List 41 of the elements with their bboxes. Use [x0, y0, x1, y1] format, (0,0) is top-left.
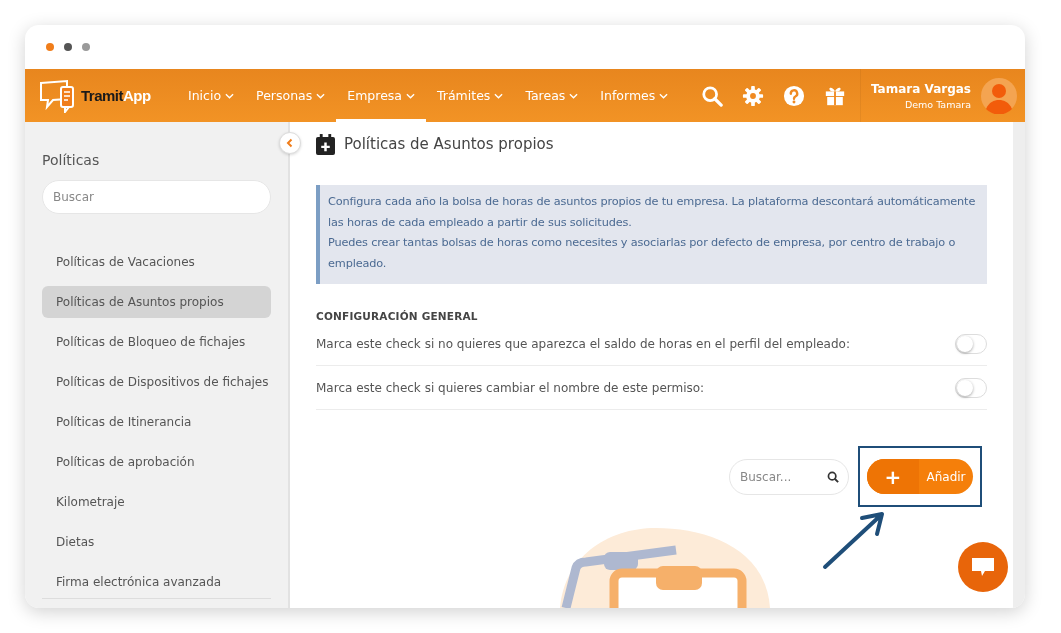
chevron-down-icon [569, 92, 579, 99]
info-text: Puedes crear tantas bolsas de horas como necesites y asociarlas por defecto de empresa, por centro de trabajo o empleado. [328, 235, 957, 272]
sidebar-item[interactable]: Políticas de Vacaciones [42, 246, 271, 278]
chevron-down-icon [316, 92, 326, 99]
user-name: Tamara Vargas [871, 81, 971, 96]
avatar-icon[interactable] [981, 77, 1017, 114]
sidebar-item[interactable]: Políticas de Bloqueo de fichajes [42, 326, 271, 358]
speech-bubble-icon [971, 557, 995, 577]
sidebar-item[interactable]: Políticas de Asuntos propios [42, 286, 271, 318]
sidebar-item[interactable]: Políticas de Itinerancia [42, 406, 271, 438]
window-dot[interactable] [64, 43, 72, 51]
collapse-button[interactable] [279, 132, 301, 154]
window-dot[interactable] [46, 43, 54, 51]
chevron-left-icon [285, 138, 295, 148]
search-field[interactable]: Buscar [42, 180, 271, 214]
sidebar-item[interactable]: Kilometraje [42, 486, 271, 518]
settings-icon[interactable] [742, 84, 764, 107]
chevron-down-icon [406, 92, 415, 99]
sidebar-item[interactable]: Políticas de Dispositivos de fichajes [42, 366, 271, 398]
chevron-down-icon [225, 92, 235, 99]
window-dot[interactable] [82, 43, 90, 51]
sidebar-item[interactable]: Políticas de aprobación [42, 446, 271, 478]
help-icon[interactable] [783, 84, 805, 107]
toggle-switch[interactable] [955, 333, 987, 354]
setting-label: Marca este check si quieres cambiar el nombre de este permiso: [316, 380, 705, 395]
toggle-switch[interactable] [955, 377, 987, 398]
info-text: Configura cada año la bolsa de horas de asuntos propios de tu empresa. La plataforma descontará automáticamente las horas de cada empleado a partir de sus solicitudes. [328, 194, 977, 231]
section-heading: CONFIGURACIÓN GENERAL [316, 310, 479, 322]
calendar-add-icon [316, 133, 335, 155]
sidebar-item[interactable]: Dietas [42, 526, 271, 558]
sidebar-title: Políticas [42, 152, 101, 168]
sidebar-item[interactable]: Firma electrónica avanzada [42, 566, 271, 598]
page-title: Políticas de Asuntos propios [344, 135, 554, 153]
search-field[interactable]: Buscar... [729, 458, 849, 495]
setting-label: Marca este check si no quieres que aparezca el saldo de horas en el perfil del empleado: [316, 336, 850, 351]
logo-text[interactable]: TramitApp [81, 87, 151, 104]
chevron-down-icon [494, 92, 504, 99]
company-name: Demo Tamara [904, 98, 971, 110]
search-icon[interactable] [827, 470, 839, 483]
chat-button[interactable] [958, 542, 1008, 592]
chevron-down-icon [659, 92, 669, 99]
